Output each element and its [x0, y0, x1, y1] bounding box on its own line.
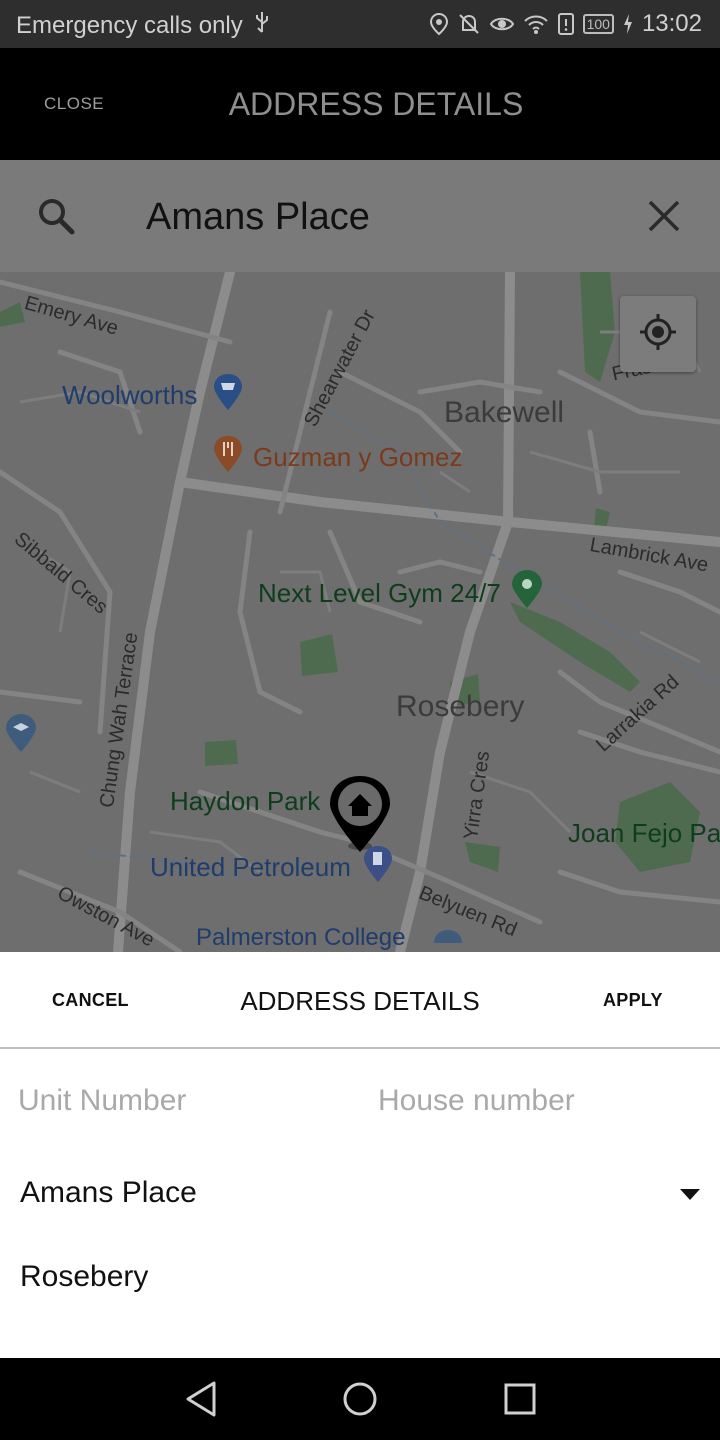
map-view[interactable]: Emery Ave Shearwater Dr Sibbald Cres Lam… [0, 272, 720, 952]
address-details-sheet: CANCEL ADDRESS DETAILS APPLY Unit Number… [0, 952, 720, 1358]
school-pin-icon[interactable] [4, 712, 38, 759]
sim-alert-icon [557, 12, 575, 36]
wifi-icon [523, 12, 549, 36]
clock: 13:02 [641, 10, 702, 37]
suburb-label-bakewell: Bakewell [444, 396, 565, 429]
clear-search-icon[interactable] [646, 198, 682, 239]
mute-icon [457, 12, 481, 36]
unit-number-field[interactable]: Unit Number [18, 1084, 186, 1118]
poi-united-petroleum-label[interactable]: United Petroleum [150, 852, 351, 883]
school-pin-icon[interactable] [432, 928, 464, 952]
apply-button[interactable]: APPLY [603, 990, 663, 1011]
eye-icon [489, 12, 515, 36]
suburb-label-rosebery: Rosebery [396, 690, 525, 723]
usb-icon [253, 10, 271, 41]
suburb-field[interactable]: Rosebery [20, 1260, 148, 1294]
my-location-button[interactable] [620, 296, 696, 372]
street-select[interactable]: Amans Place [0, 1172, 720, 1222]
app-bar: CLOSE ADDRESS DETAILS [0, 48, 720, 160]
search-input[interactable]: Amans Place [146, 196, 370, 239]
street-value: Amans Place [20, 1176, 197, 1209]
poi-joan-fejo-label[interactable]: Joan Fejo Par [568, 818, 720, 849]
crosshair-icon [638, 312, 678, 357]
battery-level: 100 [582, 14, 614, 34]
system-nav-bar [0, 1358, 720, 1440]
sheet-header: CANCEL ADDRESS DETAILS APPLY [0, 952, 720, 1049]
carrier-text: Emergency calls only [16, 11, 243, 39]
gym-pin-icon[interactable] [510, 568, 544, 615]
poi-gym-label[interactable]: Next Level Gym 24/7 [258, 578, 501, 609]
search-bar: Amans Place [0, 160, 720, 272]
search-icon[interactable] [36, 196, 76, 241]
house-number-field[interactable]: House number [378, 1084, 575, 1118]
status-icons: 100 13:02 [429, 10, 702, 38]
shopping-cart-pin-icon[interactable] [212, 372, 244, 417]
dropdown-arrow-icon [680, 1188, 700, 1206]
poi-palmerston-college-label[interactable]: Palmerston College [196, 924, 405, 952]
poi-woolworths-label[interactable]: Woolworths [62, 380, 197, 411]
page-title: ADDRESS DETAILS [228, 86, 524, 122]
status-bar: Emergency calls only 100 13:02 [0, 0, 720, 48]
poi-guzman-label[interactable]: Guzman y Gomez [253, 442, 463, 473]
status-left: Emergency calls only [16, 10, 271, 41]
restaurant-pin-icon[interactable] [212, 434, 244, 479]
poi-haydon-park-label[interactable]: Haydon Park [170, 786, 320, 817]
home-circle-icon[interactable] [342, 1380, 378, 1423]
home-marker-icon[interactable] [326, 772, 394, 861]
location-icon [429, 12, 449, 36]
recents-square-icon[interactable] [504, 1380, 536, 1423]
charging-icon [622, 12, 634, 36]
back-icon[interactable] [184, 1380, 218, 1423]
